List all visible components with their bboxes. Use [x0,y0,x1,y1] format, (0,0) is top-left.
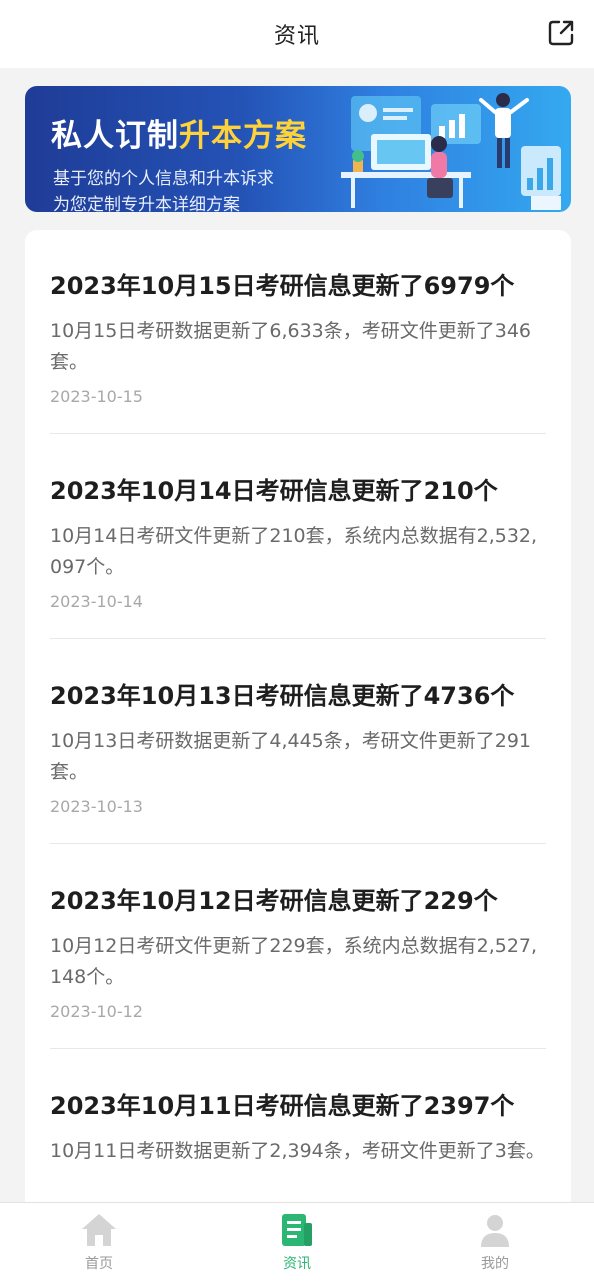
bottom-tab-bar: 首页 资讯 我的 [0,1202,594,1281]
home-icon [82,1214,116,1246]
banner-title: 私人订制升本方案 [51,118,307,154]
news-list: 2023年10月15日考研信息更新了6979个 10月15日考研数据更新了6,6… [25,230,571,1230]
tab-home[interactable]: 首页 [0,1203,198,1281]
news-title: 2023年10月12日考研信息更新了229个 [50,887,498,915]
news-summary: 10月13日考研数据更新了4,445条，考研文件更新了291套。 [50,730,532,783]
news-title: 2023年10月11日考研信息更新了2397个 [50,1092,515,1120]
divider [50,638,546,639]
news-title: 2023年10月15日考研信息更新了6979个 [50,272,515,300]
news-summary: 10月14日考研文件更新了210套，系统内总数据有2,532,097个。 [50,525,538,578]
news-summary: 10月11日考研数据更新了2,394条，考研文件更新了3套。 [50,1140,545,1162]
divider [50,1048,546,1049]
tab-label: 我的 [481,1256,509,1272]
news-title: 2023年10月14日考研信息更新了210个 [50,477,498,505]
tab-news[interactable]: 资讯 [198,1203,396,1281]
news-title: 2023年10月13日考研信息更新了4736个 [50,682,515,710]
news-summary: 10月15日考研数据更新了6,633条，考研文件更新了346套。 [50,320,532,373]
divider [50,433,546,434]
banner-line-1: 基于您的个人信息和升本诉求 [53,169,274,189]
top-bar: 资讯 [0,0,594,68]
user-icon [481,1215,509,1247]
page-title: 资讯 [273,24,320,49]
news-date: 2023-10-14 [50,592,143,611]
divider [50,843,546,844]
tab-profile[interactable]: 我的 [396,1203,594,1281]
news-date: 2023-10-13 [50,797,143,816]
news-date: 2023-10-12 [50,1002,143,1021]
banner-line-2: 为您定制专升本详细方案 [53,195,240,212]
news-date: 2023-10-15 [50,387,143,406]
tab-label: 首页 [85,1256,113,1272]
promo-banner[interactable]: 私人订制升本方案 基于您的个人信息和升本诉求 为您定制专升本详细方案 [25,86,571,212]
news-icon [282,1214,312,1246]
banner-illustration [341,93,561,210]
tab-label: 资讯 [283,1256,311,1272]
news-summary: 10月12日考研文件更新了229套，系统内总数据有2,527,148个。 [50,935,538,988]
share-icon[interactable] [546,18,576,48]
